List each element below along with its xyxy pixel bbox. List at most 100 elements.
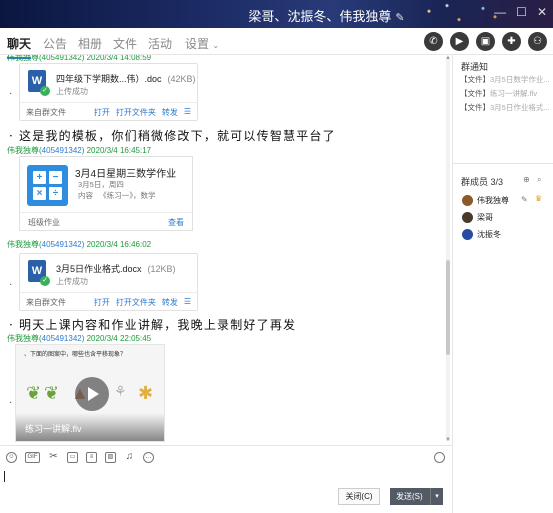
- play-icon[interactable]: [75, 377, 109, 411]
- sender-line: 伟我独尊(405491342) 2020/3/4 16:46:02: [7, 240, 152, 249]
- scroll-thumb[interactable]: [446, 260, 450, 355]
- phone-icon[interactable]: ✆: [424, 32, 443, 51]
- close-window-button[interactable]: ✕: [537, 5, 547, 19]
- add-member-icon[interactable]: ⚇: [528, 32, 547, 51]
- sender-qq[interactable]: 405491342: [42, 240, 82, 249]
- message-text: · 这是我的模板，你们稍微修改下，就可以传智慧平台了: [9, 129, 336, 143]
- bullet-dot: ·: [9, 397, 13, 408]
- panel-divider: [453, 163, 553, 164]
- open-folder-link[interactable]: 打开文件夹: [116, 297, 156, 308]
- scissors-icon[interactable]: ✂: [48, 452, 59, 463]
- homework-content-text: 《练习一》，数学: [99, 191, 156, 200]
- member-item[interactable]: 梁哥: [462, 212, 493, 223]
- send-options-icon[interactable]: ▾: [430, 488, 443, 505]
- notice-tag: 【文件】: [460, 103, 490, 112]
- avatar: [462, 212, 473, 223]
- homework-type: 班级作业: [28, 218, 60, 227]
- chat-area[interactable]: 伟我独尊(405491342) 2020/3/4 14:08:59 W ✓ 四年…: [0, 55, 452, 445]
- file-name-text: 3月5日作业格式.docx: [56, 264, 142, 274]
- avatar: [462, 195, 473, 206]
- sender-line-partial: 伟我独尊(405491342) 2020/3/4 14:08:59: [7, 55, 152, 62]
- close-button[interactable]: 关闭(C): [338, 488, 380, 505]
- pinwheel-icon: ✱: [138, 383, 154, 403]
- notice-item[interactable]: 【文件】练习一讲解.flv: [460, 88, 537, 99]
- emoji-icon[interactable]: ☺: [6, 452, 17, 463]
- image-icon[interactable]: ▨: [105, 452, 116, 463]
- forward-link[interactable]: 转发: [162, 107, 178, 118]
- video-call-icon[interactable]: ▶: [450, 32, 469, 51]
- video-name: 练习一讲解.flv: [25, 424, 82, 434]
- edit-icon[interactable]: ✎: [521, 195, 528, 204]
- upload-status: 上传成功: [56, 277, 88, 286]
- figure-icon: ⚘: [114, 383, 127, 399]
- chat-scrollbar[interactable]: ▲ ▼: [445, 55, 451, 445]
- document-icon[interactable]: ≡: [86, 452, 97, 463]
- video-message[interactable]: 、下面的图案中，哪些也含平移现象？ ❦ ❦ ▲ ⚘ ✱ 练习一讲解.flv: [15, 344, 165, 442]
- message-plus-icon[interactable]: ✚: [502, 32, 521, 51]
- owner-icon: ♛: [535, 194, 543, 203]
- member-name: 伟我独尊: [477, 196, 509, 205]
- open-folder-link[interactable]: 打开文件夹: [116, 107, 156, 118]
- minimize-button[interactable]: —: [494, 5, 506, 19]
- notice-title: 群通知: [461, 62, 489, 72]
- window-title: 梁哥、沈振冬、伟我独尊 ✎: [0, 6, 553, 25]
- upload-success-icon: ✓: [40, 86, 50, 96]
- message-text-body: 这是我的模板，你们稍微修改下，就可以传智慧平台了: [19, 129, 336, 143]
- message-time: 2020/3/4 16:46:02: [86, 240, 152, 249]
- sender-line: 伟我独尊(405491342) 2020/3/4 22:05:45: [7, 334, 152, 343]
- file-source: 来自群文件: [26, 108, 66, 117]
- history-icon[interactable]: [434, 452, 445, 463]
- more-icon[interactable]: …: [143, 452, 154, 463]
- sender-name[interactable]: 伟我独尊: [7, 146, 39, 155]
- sender-qq[interactable]: 405491342: [42, 146, 82, 155]
- folder-icon[interactable]: ▭: [67, 452, 78, 463]
- menu-icon[interactable]: ☰: [184, 107, 191, 118]
- search-icon[interactable]: ⌕: [537, 175, 541, 185]
- homework-content-label: 内容: [78, 191, 93, 200]
- homework-card[interactable]: + − × ÷ 3月4日星期三数学作业 3月5日，周四 内容 《练习一》，数学 …: [19, 156, 193, 231]
- scroll-down-icon[interactable]: ▼: [445, 437, 451, 443]
- view-homework-link[interactable]: 查看: [168, 217, 184, 228]
- sender-qq[interactable]: 405491342: [42, 334, 82, 343]
- file-name: 3月5日作业格式.docx (12KB): [56, 262, 176, 275]
- menu-icon[interactable]: ☰: [184, 297, 191, 308]
- notice-text: 3月5日作业格式...: [490, 103, 550, 112]
- member-name: 梁哥: [477, 213, 493, 222]
- forward-link[interactable]: 转发: [162, 297, 178, 308]
- sender-name[interactable]: 伟我独尊: [7, 334, 39, 343]
- bullet-dot: ·: [9, 88, 13, 99]
- member-item[interactable]: 沈振冬: [462, 229, 501, 240]
- tab-activity[interactable]: 活动: [148, 35, 172, 52]
- edit-title-icon[interactable]: ✎: [395, 12, 404, 24]
- open-file-link[interactable]: 打开: [94, 297, 110, 308]
- file-size: (12KB): [147, 264, 176, 274]
- sender-name[interactable]: 伟我独尊: [7, 240, 39, 249]
- member-item[interactable]: 伟我独尊: [462, 195, 509, 206]
- leaf-icon: ❦: [44, 383, 60, 403]
- homework-content: 内容 《练习一》，数学: [78, 190, 156, 201]
- avatar: [462, 229, 473, 240]
- tab-album[interactable]: 相册: [78, 35, 102, 52]
- member-name: 沈振冬: [477, 230, 501, 239]
- bell-icon[interactable]: ♫: [124, 452, 135, 463]
- open-file-link[interactable]: 打开: [94, 107, 110, 118]
- window-controls: — ☐ ✕: [494, 5, 547, 19]
- tab-settings[interactable]: 设置 ⌄: [185, 35, 219, 52]
- file-card[interactable]: W ✓ 3月5日作业格式.docx (12KB) 上传成功 来自群文件 打开 打开…: [19, 253, 198, 311]
- maximize-button[interactable]: ☐: [516, 5, 527, 19]
- invite-icon[interactable]: ⊕: [523, 175, 530, 184]
- tab-bar: 聊天 公告 相册 文件 活动 设置 ⌄ ✆ ▶ ▣ ✚ ⚇: [0, 28, 553, 59]
- notice-item[interactable]: 【文件】3月5日作业格式...: [460, 102, 550, 113]
- screen-share-icon[interactable]: ▣: [476, 32, 495, 51]
- tab-files[interactable]: 文件: [113, 35, 137, 52]
- send-button[interactable]: 发送(S) ▾: [390, 488, 443, 505]
- text-caret: [4, 471, 5, 482]
- tab-chat[interactable]: 聊天: [7, 35, 32, 59]
- input-area[interactable]: ☺ GIF ✂ ▭ ≡ ▨ ♫ … 关闭(C) 发送(S) ▾: [0, 445, 452, 513]
- notice-item[interactable]: 【文件】3月5日数学作业...: [460, 74, 550, 85]
- gif-icon[interactable]: GIF: [25, 452, 40, 463]
- tab-announcement[interactable]: 公告: [43, 35, 67, 52]
- file-card[interactable]: W ✓ 四年级下学期数...伟）.doc (42KB) 上传成功 来自群文件 打开…: [19, 63, 198, 121]
- homework-title: 3月4日星期三数学作业: [75, 169, 177, 180]
- notice-text: 3月5日数学作业...: [490, 75, 550, 84]
